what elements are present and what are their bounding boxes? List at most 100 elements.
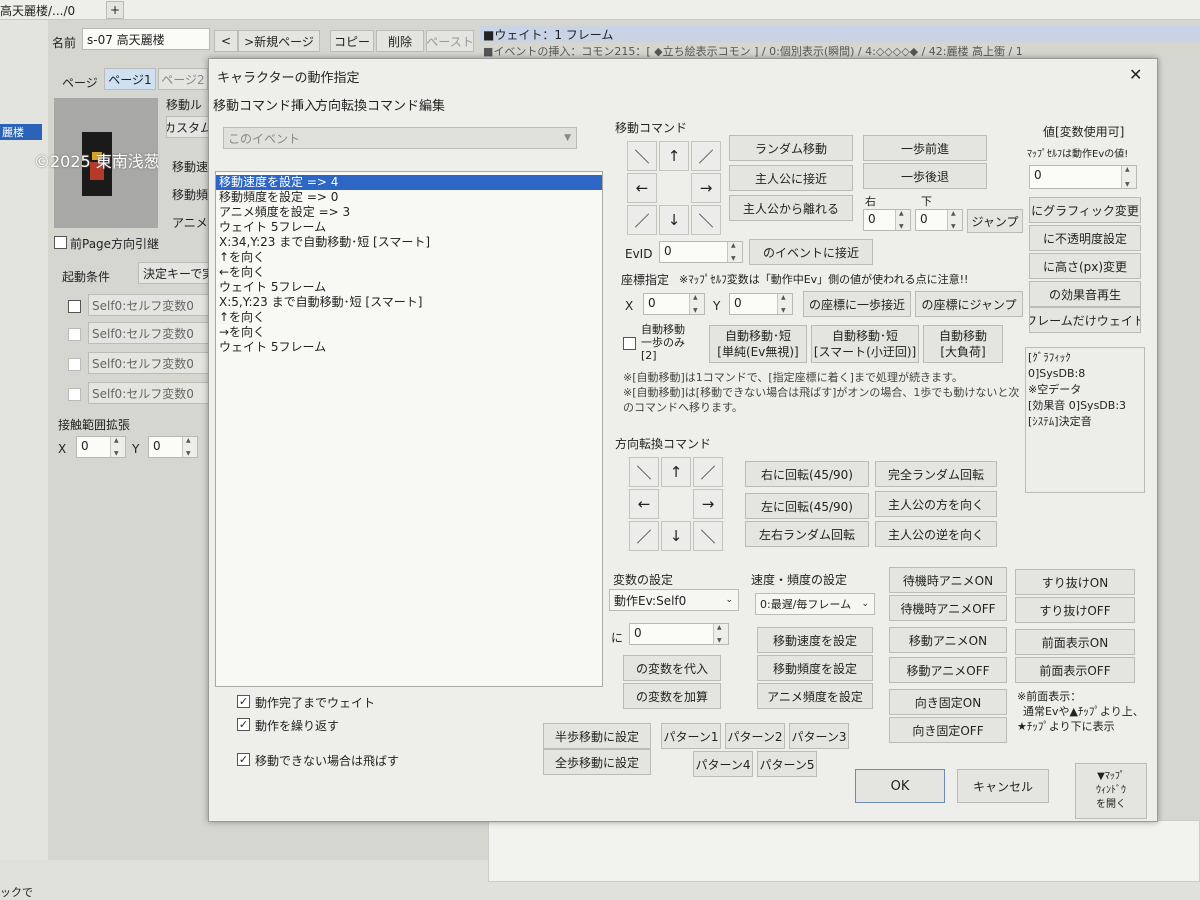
- away-hero-button[interactable]: 主人公から離れる: [729, 195, 853, 221]
- move-anim-off-button[interactable]: 移動アニメOFF: [889, 657, 1007, 683]
- turn-right-button[interactable]: 右に回転(45/90): [745, 461, 869, 487]
- var-assign-button[interactable]: の変数を代入: [623, 655, 721, 681]
- front-display-on-button[interactable]: 前面表示ON: [1015, 629, 1135, 655]
- bg-self-var-select[interactable]: Self0:セルフ変数0: [88, 382, 210, 404]
- face-hero-button[interactable]: 主人公の方を向く: [875, 491, 997, 517]
- pattern-5-button[interactable]: パターン5: [757, 751, 817, 777]
- full-step-button[interactable]: 全歩移動に設定: [543, 749, 651, 775]
- step-back-button[interactable]: 一歩後退: [863, 163, 987, 189]
- face-left-button[interactable]: ←: [629, 489, 659, 519]
- bg-left-selected-item[interactable]: 麗楼: [0, 124, 42, 140]
- arrow-up-right-button[interactable]: ／: [691, 141, 721, 171]
- wait-complete-checkbox[interactable]: ✓: [237, 695, 250, 708]
- face-up-left-button[interactable]: ＼: [629, 457, 659, 487]
- auto-short-smart-button[interactable]: 自動移動･短 [スマート(小迂回)]: [811, 325, 919, 363]
- skip-checkbox[interactable]: ✓: [237, 753, 250, 766]
- coord-step-button[interactable]: の座標に一歩接近: [803, 291, 911, 317]
- bg-start-cond-select[interactable]: 決定キーで実: [138, 262, 210, 284]
- right-offset-input[interactable]: 0: [863, 209, 911, 231]
- turn-left-button[interactable]: 左に回転(45/90): [745, 493, 869, 519]
- auto-step-checkbox[interactable]: [623, 337, 636, 350]
- bg-paste-button[interactable]: ペースト: [426, 30, 474, 52]
- list-item[interactable]: アニメ頻度を設定 => 3: [216, 205, 602, 220]
- set-anim-freq-button[interactable]: アニメ頻度を設定: [757, 683, 873, 709]
- face-up-right-button[interactable]: ／: [693, 457, 723, 487]
- spinner[interactable]: [1121, 166, 1136, 188]
- command-list[interactable]: 移動速度を設定 => 4 移動頻度を設定 => 0 アニメ頻度を設定 => 3 …: [215, 171, 603, 687]
- bg-self-var-checkbox[interactable]: [68, 358, 81, 371]
- speed-select[interactable]: 0:最遅/毎フレーム ⌄: [755, 593, 875, 615]
- arrow-left-button[interactable]: ←: [627, 173, 657, 203]
- bg-self-var-select[interactable]: Self0:セルフ変数0: [88, 352, 210, 374]
- dir-fix-off-button[interactable]: 向き固定OFF: [889, 717, 1007, 743]
- jump-button[interactable]: ジャンプ: [967, 209, 1023, 233]
- face-down-right-button[interactable]: ＼: [693, 521, 723, 551]
- sound-play-button[interactable]: の効果音再生: [1029, 281, 1141, 307]
- approach-event-button[interactable]: のイベントに接近: [749, 239, 873, 265]
- list-item[interactable]: X:5,Y:23 まで自動移動･短 [スマート]: [216, 295, 602, 310]
- bg-command-line-2[interactable]: ■イベントの挿入：コモン215：[ ◆立ち絵表示コモン ] / 0:個別表示(瞬…: [480, 43, 1200, 58]
- auto-short-simple-button[interactable]: 自動移動･短 [単純(Ev無視)]: [709, 325, 807, 363]
- bg-page-tab-1[interactable]: ページ1: [104, 68, 156, 90]
- pattern-2-button[interactable]: パターン2: [725, 723, 785, 749]
- auto-full-button[interactable]: 自動移動 [大負荷]: [923, 325, 1003, 363]
- bg-command-line-1[interactable]: ■ウェイト：1 フレーム: [480, 26, 1200, 42]
- bg-self-var-select[interactable]: Self0:セルフ変数0: [88, 322, 210, 344]
- set-move-speed-button[interactable]: 移動速度を設定: [757, 627, 873, 653]
- spinner[interactable]: [895, 210, 910, 230]
- list-item[interactable]: 移動速度を設定 => 4: [216, 175, 602, 190]
- menu-edit[interactable]: 編集: [419, 95, 445, 114]
- list-item[interactable]: ウェイト 5フレーム: [216, 340, 602, 355]
- pattern-3-button[interactable]: パターン3: [789, 723, 849, 749]
- face-down-button[interactable]: ↓: [661, 521, 691, 551]
- pattern-4-button[interactable]: パターン4: [693, 751, 753, 777]
- list-item[interactable]: →を向く: [216, 325, 602, 340]
- full-random-turn-button[interactable]: 完全ランダム回転: [875, 461, 997, 487]
- spinner[interactable]: [727, 242, 742, 262]
- spinner[interactable]: [689, 294, 704, 314]
- target-event-select[interactable]: このイベント ▼: [223, 127, 577, 149]
- approach-hero-button[interactable]: 主人公に接近: [729, 165, 853, 191]
- list-item[interactable]: ↑を向く: [216, 310, 602, 325]
- bg-self-var-checkbox[interactable]: [68, 328, 81, 341]
- turn-random-lr-button[interactable]: 左右ランダム回転: [745, 521, 869, 547]
- face-down-left-button[interactable]: ／: [629, 521, 659, 551]
- height-button[interactable]: に高さ(px)変更: [1029, 253, 1141, 279]
- step-forward-button[interactable]: 一歩前進: [863, 135, 987, 161]
- arrow-up-left-button[interactable]: ＼: [627, 141, 657, 171]
- down-offset-input[interactable]: 0: [915, 209, 963, 231]
- idle-anim-on-button[interactable]: 待機時アニメON: [889, 567, 1007, 593]
- bg-prev-page-dir-checkbox[interactable]: [54, 236, 67, 249]
- arrow-down-left-button[interactable]: ／: [627, 205, 657, 235]
- var-add-button[interactable]: の変数を加算: [623, 683, 721, 709]
- arrow-down-right-button[interactable]: ＼: [691, 205, 721, 235]
- spinner[interactable]: [110, 437, 125, 457]
- set-move-freq-button[interactable]: 移動頻度を設定: [757, 655, 873, 681]
- bg-tab-plus[interactable]: +: [106, 1, 124, 19]
- face-up-button[interactable]: ↑: [661, 457, 691, 487]
- bg-copy-button[interactable]: コピー: [330, 30, 374, 52]
- bg-prev-button[interactable]: <: [214, 30, 238, 52]
- pattern-1-button[interactable]: パターン1: [661, 723, 721, 749]
- value-input[interactable]: 0: [1029, 165, 1137, 189]
- bg-y-input[interactable]: 0: [148, 436, 198, 458]
- list-item[interactable]: ウェイト 5フレーム: [216, 280, 602, 295]
- bg-tab-title[interactable]: 高天麗楼/.../0: [0, 2, 75, 19]
- move-anim-on-button[interactable]: 移動アニメON: [889, 627, 1007, 653]
- menu-direction[interactable]: 方向転換コマンド: [315, 95, 419, 114]
- coord-jump-button[interactable]: の座標にジャンプ: [915, 291, 1023, 317]
- list-item[interactable]: ウェイト 5フレーム: [216, 220, 602, 235]
- list-item[interactable]: 移動頻度を設定 => 0: [216, 190, 602, 205]
- var-value-input[interactable]: 0: [629, 623, 729, 645]
- menu-insert-move[interactable]: 移動コマンド挿入: [213, 95, 317, 114]
- bg-delete-button[interactable]: 削除: [376, 30, 424, 52]
- spinner[interactable]: [777, 294, 792, 314]
- list-item[interactable]: ↑を向く: [216, 250, 602, 265]
- graphic-change-button[interactable]: にグラフィック変更: [1029, 197, 1141, 223]
- close-icon[interactable]: ✕: [1129, 65, 1142, 84]
- bg-self-var-checkbox[interactable]: [68, 388, 81, 401]
- face-away-hero-button[interactable]: 主人公の逆を向く: [875, 521, 997, 547]
- spinner[interactable]: [713, 624, 728, 644]
- bg-self-var-checkbox[interactable]: [68, 300, 81, 313]
- spinner[interactable]: [182, 437, 197, 457]
